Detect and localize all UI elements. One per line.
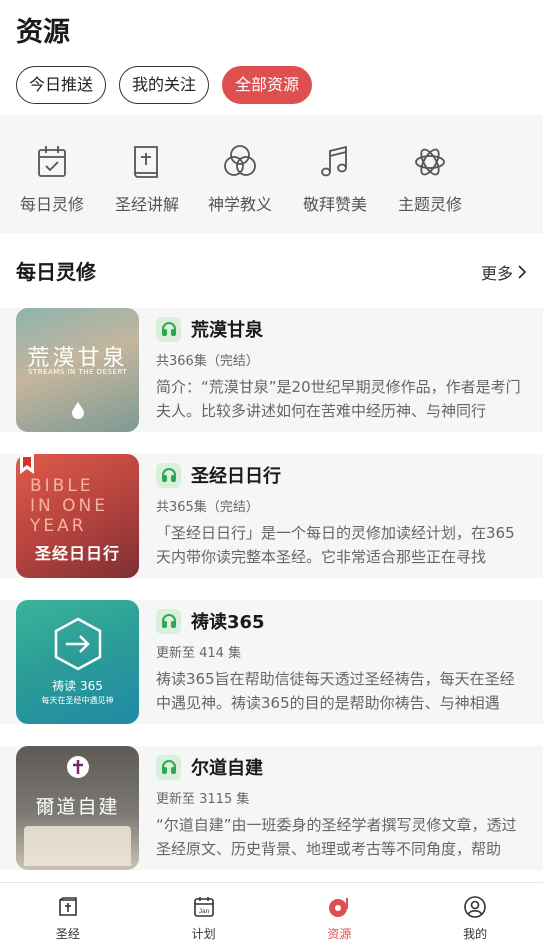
cross-emblem-icon	[67, 756, 89, 778]
category-label: 主题灵修	[397, 195, 462, 214]
resource-disc-icon	[329, 898, 349, 917]
calendar-jan-icon: Jan	[193, 897, 214, 917]
resource-info: 荒漠甘泉 共366集（完结） 简介：“荒漠甘泉”是20世纪早期灵修作品，作者是考…	[156, 316, 521, 423]
profile-icon	[464, 896, 486, 918]
nav-label: 圣经	[55, 927, 80, 941]
headphones-icon	[156, 462, 181, 488]
resource-card[interactable]: 爾道自建 尔道自建 更新至 3115 集 “尔道自建”由一班委身的圣经学者撰写灵…	[0, 746, 543, 870]
chip-my-follows[interactable]: 我的关注	[119, 66, 210, 104]
resource-episodes: 更新至 414 集	[156, 646, 242, 661]
nav-resources[interactable]: 资源	[272, 883, 408, 946]
thumb-subtitle: BIBLE IN ONE YEAR	[30, 476, 108, 536]
nav-label: 计划	[191, 927, 216, 941]
more-label: 更多	[480, 264, 513, 283]
resource-title: 尔道自建	[191, 758, 263, 779]
resource-title: 祷读365	[191, 612, 265, 633]
filter-chips: 今日推送 我的关注 全部资源	[16, 66, 313, 104]
thumb-title: 爾道自建	[35, 796, 120, 818]
resource-episodes: 共365集（完结）	[156, 500, 259, 515]
bottom-nav: 圣经 Jan 计划 资源 我的	[0, 882, 543, 946]
venn-circles-icon	[224, 145, 256, 176]
thumb-title: 圣经日日行	[34, 544, 120, 563]
resource-description: “尔道自建”由一班委身的圣经学者撰写灵修文章，透过圣经原文、历史背景、地理或考古…	[156, 816, 517, 858]
nav-label: 我的	[463, 927, 488, 941]
resource-thumbnail: 荒漠甘泉 STREAMS IN THE DESERT	[16, 308, 139, 432]
category-theology[interactable]: 神学教义	[195, 143, 285, 215]
resource-episodes: 更新至 3115 集	[156, 792, 250, 807]
resource-info: 祷读365 更新至 414 集 祷读365旨在帮助信徒每天透过圣经祷告，每天在圣…	[156, 608, 521, 715]
water-drop-icon	[72, 402, 84, 419]
headphones-icon	[156, 316, 181, 342]
open-book-image	[24, 826, 131, 866]
resource-card[interactable]: 荒漠甘泉 STREAMS IN THE DESERT 荒漠甘泉 共366集（完结…	[0, 308, 543, 432]
nav-plan[interactable]: Jan 计划	[136, 883, 272, 946]
resource-thumbnail: BIBLE IN ONE YEAR 圣经日日行	[16, 454, 139, 578]
nav-profile[interactable]: 我的	[407, 883, 543, 946]
category-worship[interactable]: 敬拜赞美	[290, 143, 380, 215]
category-panel: 每日灵修 圣经讲解 神学教义 敬拜赞美 主题灵修	[0, 115, 543, 233]
category-label: 圣经讲解	[114, 195, 179, 214]
section-title: 每日灵修	[16, 260, 96, 284]
chip-today-push[interactable]: 今日推送	[16, 66, 107, 104]
bible-book-icon	[134, 146, 158, 178]
thumb-subtitle: STREAMS IN THE DESERT	[27, 368, 128, 376]
atom-icon	[415, 148, 445, 176]
calendar-check-icon	[38, 146, 66, 177]
svg-text:Jan: Jan	[198, 908, 209, 915]
resource-description: 简介：“荒漠甘泉”是20世纪早期灵修作品，作者是考门夫人。比较多讲述如何在苦难中…	[156, 378, 521, 420]
category-label: 敬拜赞美	[302, 195, 367, 214]
headphones-icon	[156, 608, 181, 634]
resource-card[interactable]: 祷读 365 每天在圣经中遇见神 祷读365 更新至 414 集 祷读365旨在…	[0, 600, 543, 724]
thumb-title: 祷读 365	[52, 679, 103, 693]
resource-description: 「圣经日日行」是一个每日的灵修加读经计划，在365天内带你读完整本圣经。它非常适…	[156, 524, 515, 566]
resource-info: 尔道自建 更新至 3115 集 “尔道自建”由一班委身的圣经学者撰写灵修文章，透…	[156, 754, 521, 861]
resource-thumbnail: 祷读 365 每天在圣经中遇见神	[16, 600, 139, 724]
resource-info: 圣经日日行 共365集（完结） 「圣经日日行」是一个每日的灵修加读经计划，在36…	[156, 462, 521, 569]
category-label: 神学教义	[207, 195, 272, 214]
category-topic-devotion[interactable]: 主题灵修	[385, 143, 475, 215]
bookmark-icon	[20, 454, 34, 474]
music-note-icon	[321, 145, 347, 177]
resource-episodes: 共366集（完结）	[156, 354, 259, 369]
category-label: 每日灵修	[19, 195, 84, 214]
thumb-subtitle: 每天在圣经中遇见神	[41, 696, 114, 705]
category-bible-exposition[interactable]: 圣经讲解	[102, 143, 192, 215]
resource-title: 荒漠甘泉	[191, 320, 263, 341]
resource-description: 祷读365旨在帮助信徒每天透过圣经祷告，每天在圣经中遇见神。祷读365的目的是帮…	[156, 670, 515, 712]
resource-thumbnail: 爾道自建	[16, 746, 139, 870]
chevron-right-icon	[518, 265, 527, 279]
bible-icon	[59, 897, 77, 916]
resource-title: 圣经日日行	[191, 466, 281, 487]
more-link[interactable]: 更多	[481, 260, 527, 284]
nav-label: 资源	[327, 927, 352, 941]
chip-all-resources[interactable]: 全部资源	[222, 66, 313, 104]
category-daily-devotion[interactable]: 每日灵修	[7, 143, 97, 215]
headphones-icon	[156, 754, 181, 780]
nav-bible[interactable]: 圣经	[0, 883, 136, 946]
resource-card[interactable]: BIBLE IN ONE YEAR 圣经日日行 圣经日日行 共365集（完结） …	[0, 454, 543, 578]
enter-arrow-icon	[54, 617, 102, 671]
page-title: 资源	[16, 17, 70, 48]
